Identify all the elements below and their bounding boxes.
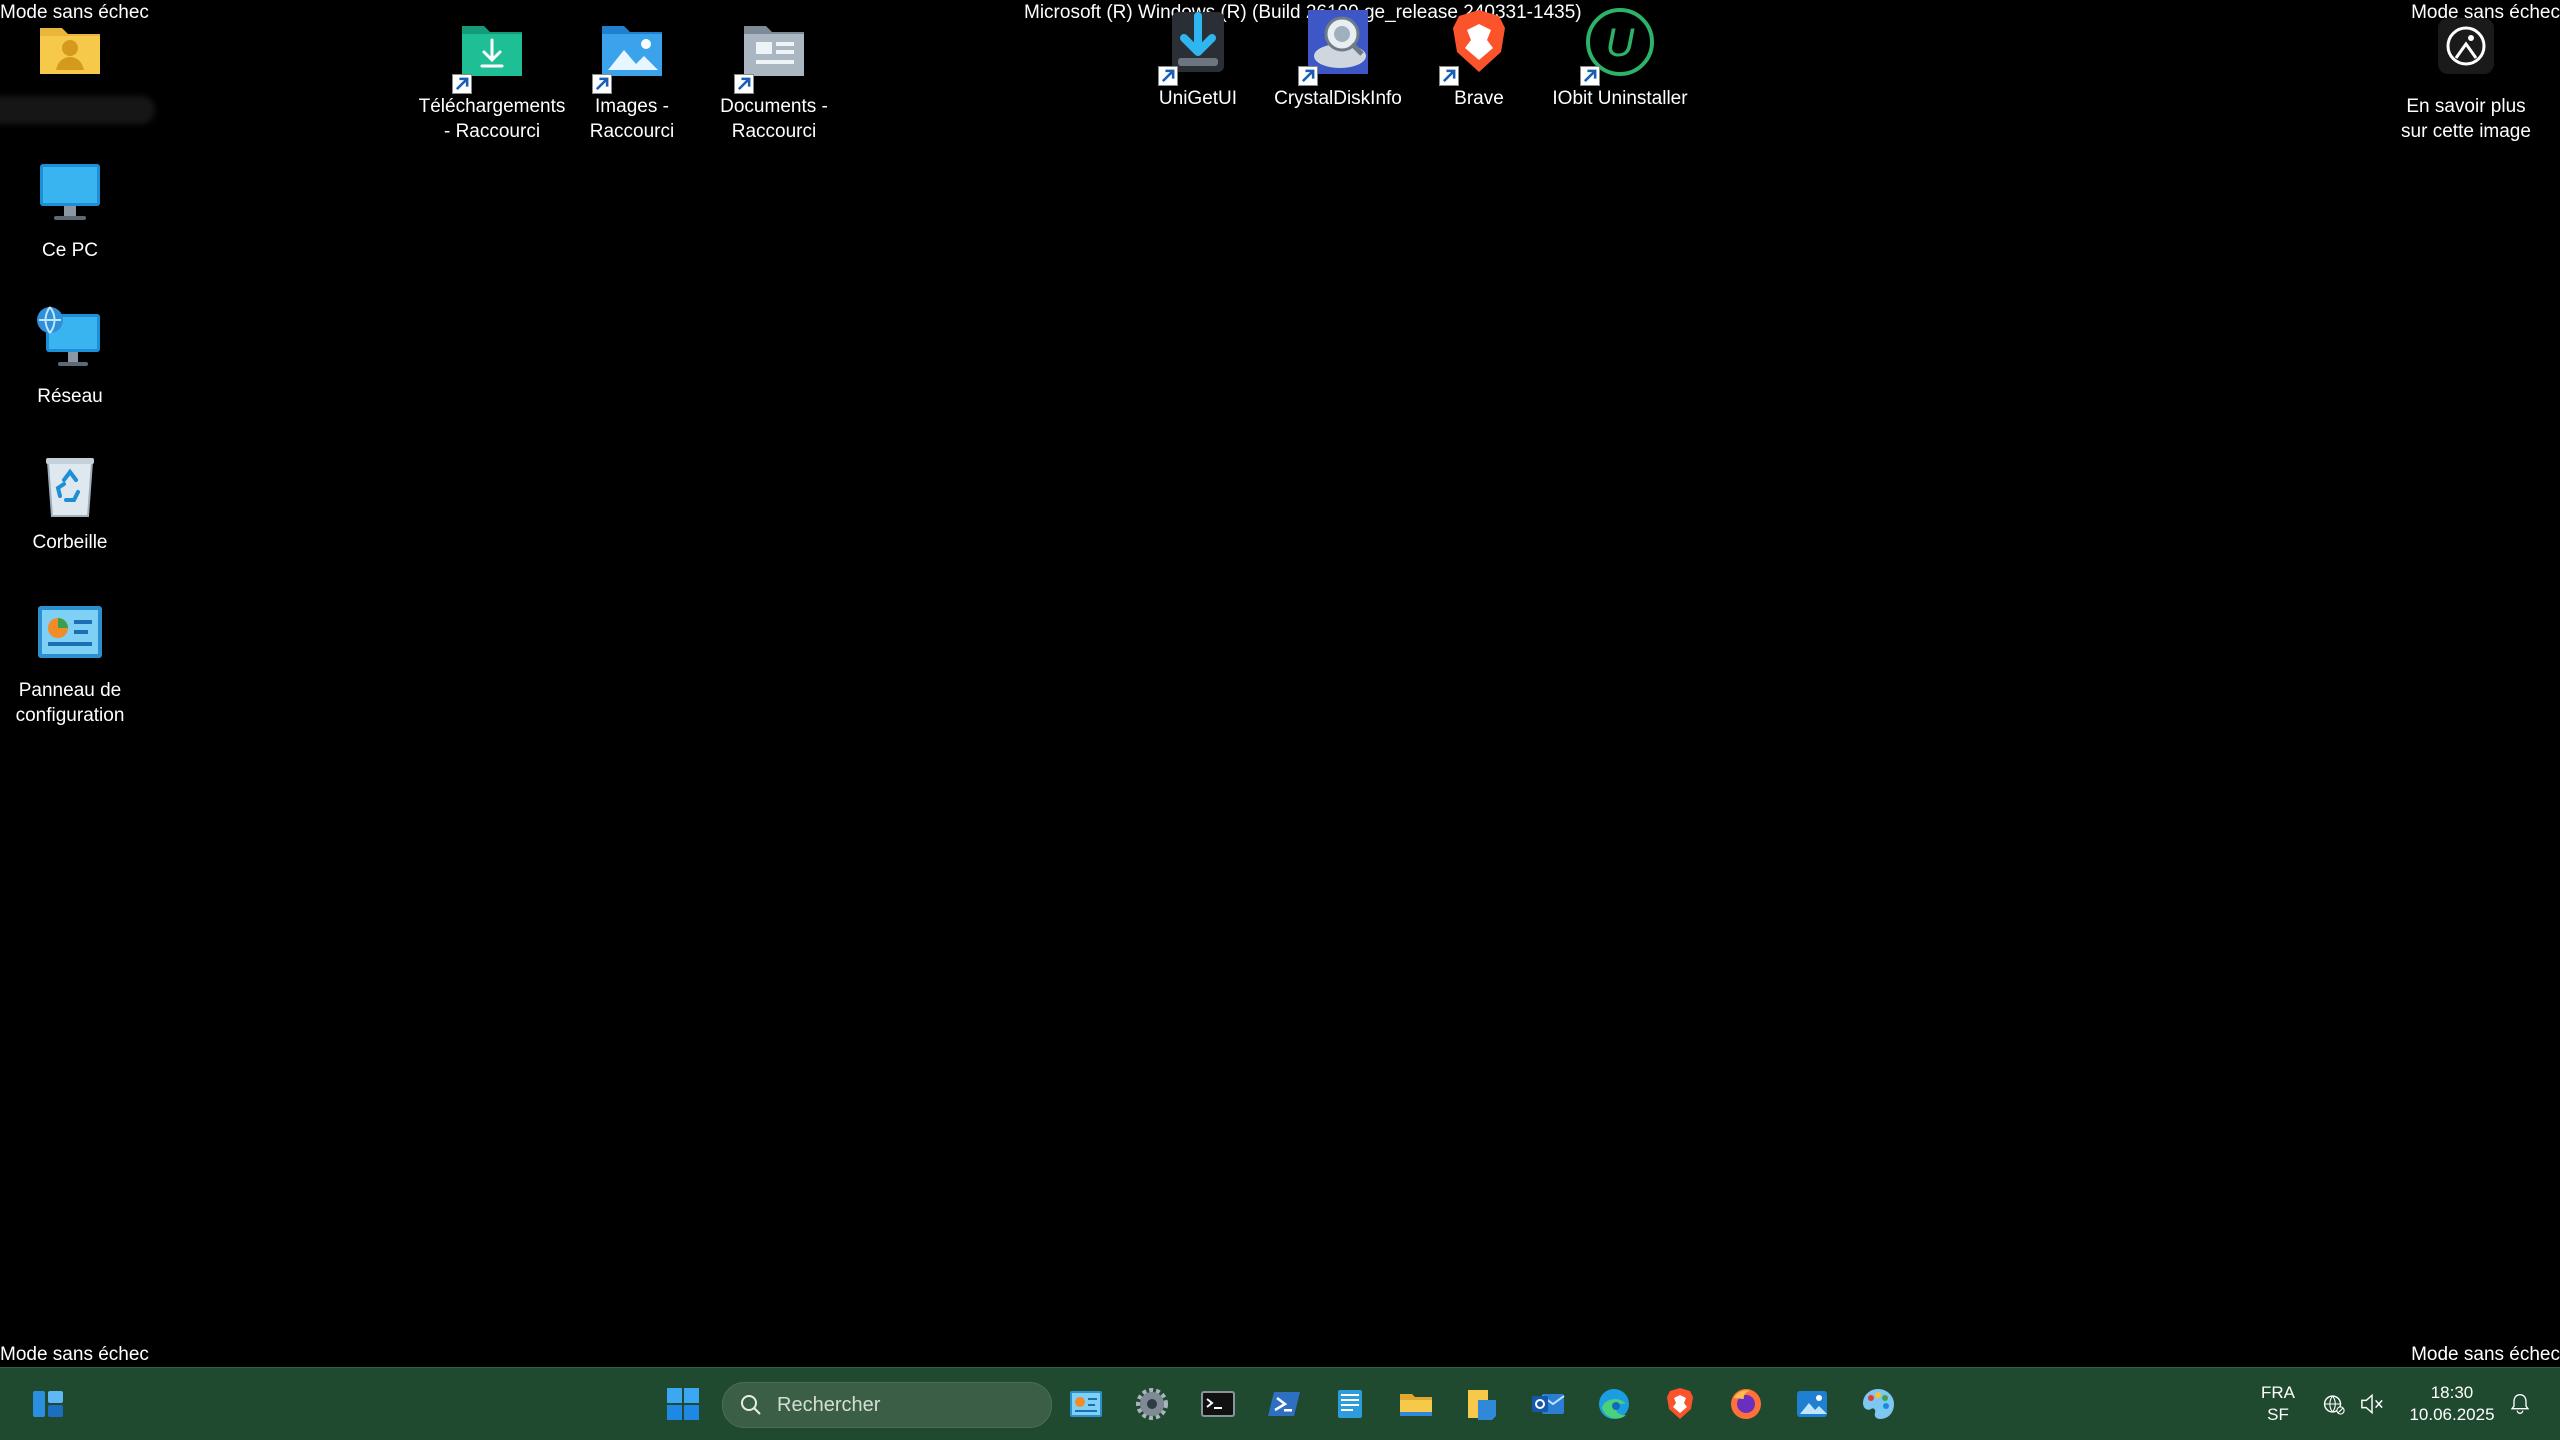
powershell-icon: [1268, 1392, 1300, 1416]
unigetui-icon: [1158, 6, 1234, 86]
search-icon: [741, 1395, 761, 1415]
shortcut-arrow-icon: [1158, 66, 1178, 86]
settings-icon: [1136, 1388, 1168, 1420]
safe-mode-label-bottom-left: Mode sans échec: [0, 1344, 149, 1365]
clock[interactable]: 18:30 10.06.2025: [2400, 1382, 2504, 1426]
control-panel-icon: [1070, 1391, 1102, 1417]
svg-text:U: U: [1606, 21, 1636, 65]
taskbar-app-edge[interactable]: [1590, 1380, 1638, 1428]
desktop-icon-label: CrystalDiskInfo: [1274, 88, 1402, 109]
sticky-notes-icon: [1468, 1390, 1496, 1420]
network-status-button[interactable]: [2316, 1380, 2352, 1428]
desktop-icon-label: Documents - Raccourci: [720, 96, 828, 142]
network-icon: [34, 304, 106, 376]
brave-icon: [1667, 1388, 1693, 1419]
search-box[interactable]: [722, 1382, 1052, 1428]
crystaldiskinfo-icon: [1298, 6, 1374, 86]
brave-icon: [1439, 6, 1515, 86]
desktop-icon-user-folder[interactable]: [0, 14, 155, 124]
taskbar-app-terminal[interactable]: [1194, 1380, 1242, 1428]
desktop-icon-crystaldiskinfo[interactable]: CrystalDiskInfo: [1268, 6, 1408, 111]
clock-date: 10.06.2025: [2409, 1405, 2495, 1424]
outlook-icon: [1532, 1394, 1565, 1414]
language-code: FRA: [2261, 1383, 2295, 1402]
desktop-icon-network[interactable]: Réseau: [0, 304, 140, 409]
desktop-icon-control-panel[interactable]: Panneau de configuration: [0, 598, 140, 728]
taskbar-app-file-explorer[interactable]: [1392, 1380, 1440, 1428]
desktop-icon-label: IObit Uninstaller: [1552, 88, 1688, 109]
desktop-icon-label: Ce PC: [42, 240, 98, 261]
desktop-icon-recycle-bin[interactable]: Corbeille: [0, 450, 140, 555]
desktop-icon-this-pc[interactable]: Ce PC: [0, 158, 140, 263]
input-language-indicator[interactable]: FRA SF: [2258, 1382, 2298, 1426]
monitor-icon: [34, 158, 106, 230]
desktop-icon-label: Images - Raccourci: [589, 96, 675, 142]
blurred-username: [0, 96, 155, 124]
windows-start-icon: [667, 1388, 699, 1420]
widgets-icon: [33, 1391, 63, 1417]
firefox-icon: [1731, 1389, 1761, 1419]
globe-no-internet-icon: [2323, 1395, 2345, 1415]
clock-time: 18:30: [2430, 1383, 2474, 1402]
taskbar-app-photos[interactable]: [1788, 1380, 1836, 1428]
desktop-icon-label: Panneau de configuration: [15, 680, 125, 726]
taskbar-app-firefox[interactable]: [1722, 1380, 1770, 1428]
desktop-icon-label: Réseau: [37, 386, 103, 407]
desktop-icon-label: Corbeille: [32, 532, 108, 553]
taskbar-app-brave[interactable]: [1656, 1380, 1704, 1428]
shortcut-arrow-icon: [1439, 66, 1459, 86]
desktop-icon-label: Téléchargements - Raccourci: [418, 96, 566, 142]
desktop-icon-spotlight[interactable]: En savoir plus sur cette image: [2396, 14, 2536, 144]
desktop-icon-brave[interactable]: Brave: [1409, 6, 1549, 111]
search-input[interactable]: [775, 1392, 1029, 1418]
desktop-icon-label: Brave: [1454, 88, 1504, 109]
taskbar-app-powershell[interactable]: [1260, 1380, 1308, 1428]
control-panel-icon: [34, 598, 106, 670]
taskbar-app-sticky-notes[interactable]: [1458, 1380, 1506, 1428]
desktop-icon-downloads-shortcut[interactable]: Téléchargements - Raccourci: [419, 14, 565, 144]
photos-icon: [1797, 1391, 1827, 1417]
desktop-icon-unigetui[interactable]: UniGetUI: [1128, 6, 1268, 111]
edge-icon: [1599, 1389, 1629, 1419]
user-folder-icon: [34, 14, 106, 86]
keyboard-layout-code: SF: [2267, 1405, 2289, 1424]
shortcut-arrow-icon: [452, 74, 472, 94]
bell-icon: [2510, 1393, 2530, 1414]
desktop-icon-iobit-uninstaller[interactable]: U IObit Uninstaller: [1550, 6, 1690, 111]
desktop-icon-pictures-shortcut[interactable]: Images - Raccourci: [562, 14, 702, 144]
safe-mode-label-bottom-right: Mode sans échec: [2411, 1344, 2560, 1365]
taskbar-app-outlook[interactable]: [1524, 1380, 1572, 1428]
file-explorer-icon: [1400, 1394, 1432, 1416]
downloads-folder-icon: [452, 14, 528, 94]
shortcut-arrow-icon: [734, 74, 754, 94]
shortcut-arrow-icon: [1580, 66, 1600, 86]
desktop-icon-documents-shortcut[interactable]: Documents - Raccourci: [704, 14, 844, 144]
iobit-icon: U: [1580, 6, 1656, 86]
taskbar-app-control-panel[interactable]: [1062, 1380, 1110, 1428]
volume-button[interactable]: [2354, 1380, 2390, 1428]
paint-icon: [1863, 1389, 1894, 1419]
spotlight-icon: [2430, 14, 2502, 86]
speaker-muted-icon: [2361, 1393, 2383, 1415]
widgets-button[interactable]: [24, 1380, 72, 1428]
start-button[interactable]: [659, 1380, 707, 1428]
taskbar: FRA SF 18:30 10.06.2025: [0, 1367, 2560, 1440]
taskbar-app-notepad[interactable]: [1326, 1380, 1374, 1428]
pictures-folder-icon: [592, 14, 668, 94]
taskbar-app-settings[interactable]: [1128, 1380, 1176, 1428]
documents-folder-icon: [734, 14, 810, 94]
notifications-button[interactable]: [2502, 1380, 2538, 1428]
shortcut-arrow-icon: [1298, 66, 1318, 86]
terminal-icon: [1201, 1391, 1235, 1417]
shortcut-arrow-icon: [592, 74, 612, 94]
notepad-icon: [1338, 1390, 1362, 1418]
recycle-bin-icon: [34, 450, 106, 522]
desktop-icon-label: En savoir plus sur cette image: [2401, 96, 2531, 142]
taskbar-app-paint[interactable]: [1854, 1380, 1902, 1428]
